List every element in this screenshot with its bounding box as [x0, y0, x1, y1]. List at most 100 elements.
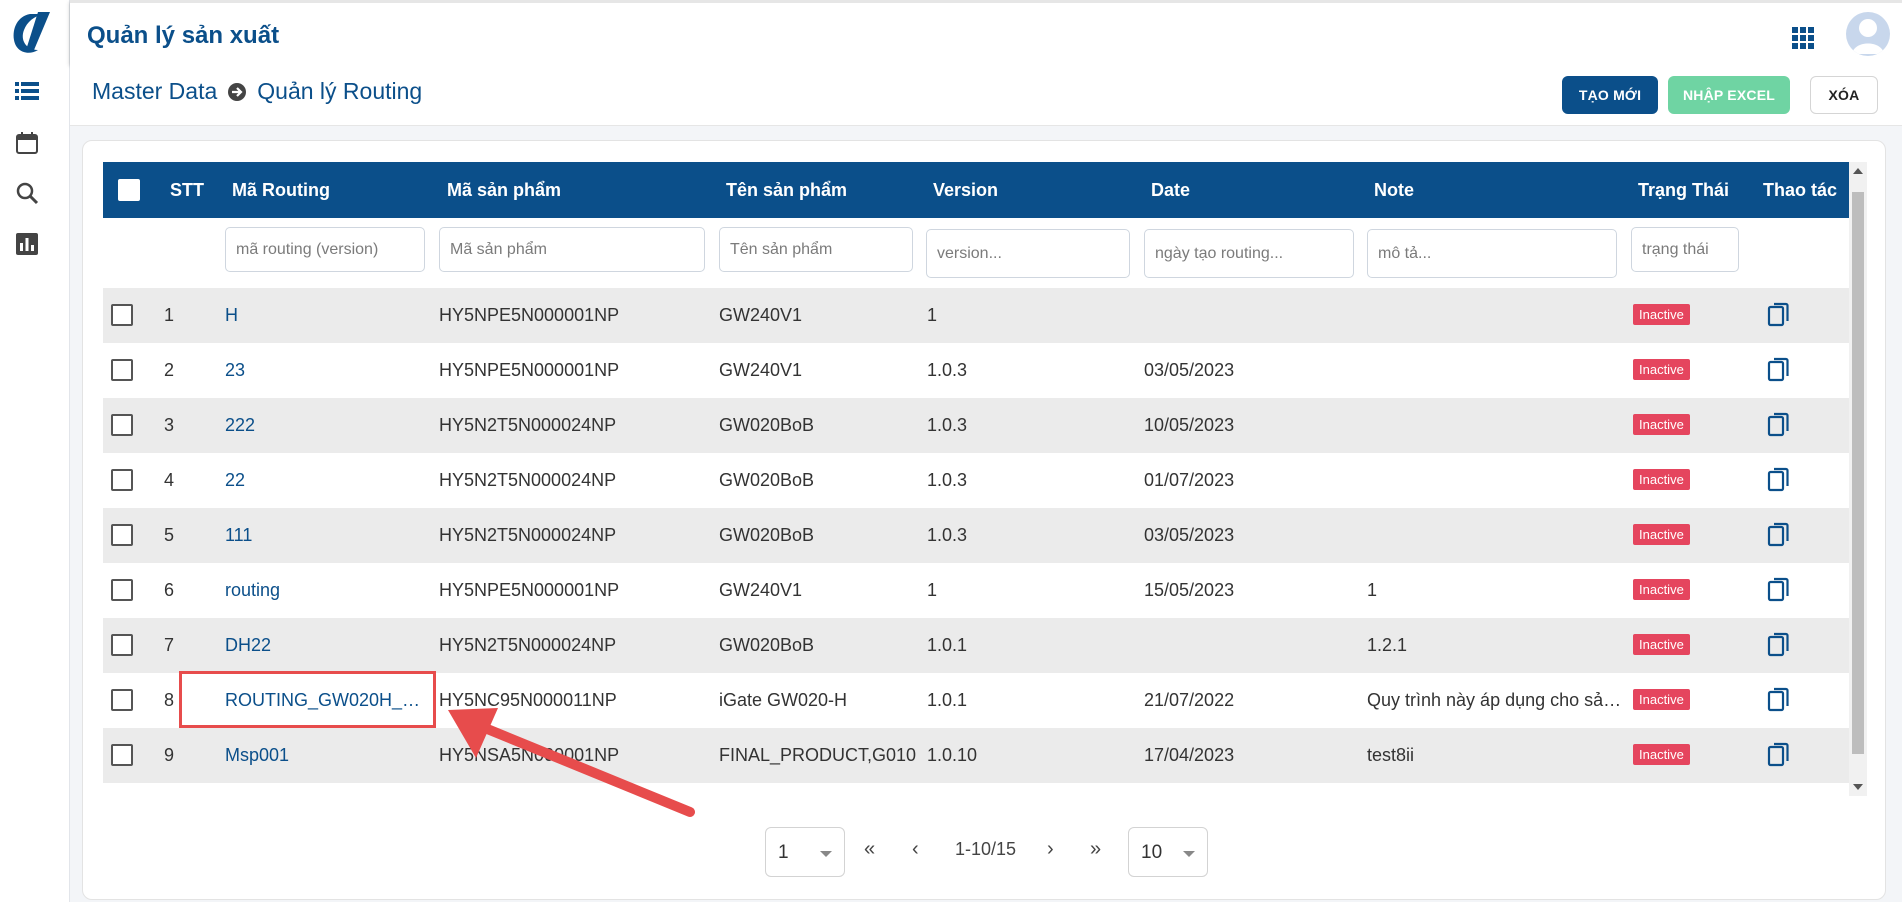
row-date: 17/04/2023	[1144, 745, 1235, 765]
app-title: Quản lý sản xuất	[87, 22, 280, 49]
breadcrumb-root[interactable]: Master Data	[92, 78, 217, 105]
table-row[interactable]: 5 111 HY5N2T5N000024NP GW020BoB 1.0.3 03/05/2…	[103, 508, 1849, 563]
copy-icon[interactable]	[1767, 412, 1791, 438]
filter-product-name-input[interactable]	[719, 227, 913, 272]
avatar[interactable]	[1846, 12, 1890, 56]
apps-grid-icon[interactable]	[1792, 27, 1814, 49]
copy-icon[interactable]	[1767, 522, 1791, 548]
search-icon[interactable]	[14, 180, 40, 206]
col-note[interactable]: Note	[1374, 180, 1414, 201]
row-stt: 9	[164, 745, 175, 765]
routing-code-link[interactable]: 222	[225, 415, 255, 436]
row-stt: 8	[164, 690, 175, 710]
col-product-code[interactable]: Mã sản phẩm	[447, 180, 561, 201]
row-note: 1.2.1	[1367, 635, 1408, 655]
calendar-icon[interactable]	[14, 130, 40, 156]
status-badge: Inactive	[1633, 579, 1690, 600]
filter-status-input[interactable]	[1631, 227, 1739, 272]
content-card: STT Mã Routing Mã sản phẩm Tên sản phẩm …	[82, 140, 1886, 900]
scrollbar-thumb[interactable]	[1852, 192, 1864, 754]
filter-note-input[interactable]	[1367, 229, 1617, 278]
row-checkbox[interactable]	[111, 579, 133, 601]
row-checkbox[interactable]	[111, 469, 133, 491]
last-page-icon[interactable]: »	[1090, 838, 1101, 861]
row-date: 03/05/2023	[1144, 360, 1235, 380]
top-bar: Quản lý sản xuất	[70, 0, 1902, 64]
next-page-icon[interactable]: ›	[1047, 838, 1054, 861]
table-row[interactable]: 4 22 HY5N2T5N000024NP GW020BoB 1.0.3 01/07/20…	[103, 453, 1849, 508]
routing-code-link[interactable]: Msp001	[225, 745, 289, 766]
filter-routing-code-input[interactable]	[225, 227, 425, 272]
status-badge: Inactive	[1633, 634, 1690, 655]
logo-icon[interactable]	[8, 10, 52, 58]
routing-code-link[interactable]: 23	[225, 360, 245, 381]
col-status[interactable]: Trạng Thái	[1638, 180, 1729, 201]
table-row[interactable]: 8 ROUTING_GW020H_3001 HY5NC95N000011NP iGat…	[103, 673, 1849, 728]
page-size-select[interactable]: 10	[1128, 827, 1208, 877]
copy-icon[interactable]	[1767, 302, 1791, 328]
table-row[interactable]: 7 DH22 HY5N2T5N000024NP GW020BoB 1.0.1 1.2.1 I…	[103, 618, 1849, 673]
col-stt[interactable]: STT	[170, 180, 204, 201]
copy-icon[interactable]	[1767, 577, 1791, 603]
copy-icon[interactable]	[1767, 357, 1791, 383]
delete-button[interactable]: XÓA	[1810, 76, 1878, 114]
routing-code-link[interactable]: 22	[225, 470, 245, 491]
col-version[interactable]: Version	[933, 180, 998, 201]
scroll-down-arrow[interactable]	[1853, 784, 1863, 790]
row-stt: 4	[164, 470, 175, 490]
row-product-name: GW240V1	[719, 305, 803, 325]
filter-version-input[interactable]	[926, 229, 1130, 278]
page-select[interactable]: 1	[765, 827, 845, 877]
row-checkbox[interactable]	[111, 689, 133, 711]
prev-page-icon[interactable]: ‹	[912, 838, 919, 861]
arrow-right-circle-icon	[228, 82, 247, 101]
select-all-checkbox[interactable]	[118, 179, 140, 201]
row-product-name: GW020BoB	[719, 635, 815, 655]
col-product-name[interactable]: Tên sản phẩm	[726, 180, 847, 201]
table-row[interactable]: 3 222 HY5N2T5N000024NP GW020BoB 1.0.3 10/05/2…	[103, 398, 1849, 453]
page-select-value: 1	[778, 842, 789, 863]
routing-code-link[interactable]: routing	[225, 580, 280, 601]
table-row[interactable]: 2 23 HY5NPE5N000001NP GW240V1 1.0.3 03/05/202…	[103, 343, 1849, 398]
routing-code-link[interactable]: H	[225, 305, 238, 326]
row-stt: 6	[164, 580, 175, 600]
routing-code-link[interactable]: ROUTING_GW020H_3001	[225, 690, 425, 711]
row-product-name: iGate GW020-H	[719, 690, 848, 710]
row-product-code: HY5NC95N000011NP	[439, 690, 617, 710]
col-routing-code[interactable]: Mã Routing	[232, 180, 330, 201]
list-icon[interactable]	[14, 78, 40, 104]
first-page-icon[interactable]: «	[864, 838, 875, 861]
table-row[interactable]: 1 H HY5NPE5N000001NP GW240V1 1 Inactive	[103, 288, 1849, 343]
row-checkbox[interactable]	[111, 304, 133, 326]
table-scrollbar[interactable]	[1849, 162, 1867, 796]
create-new-button[interactable]: TẠO MỚI	[1562, 76, 1658, 114]
copy-icon[interactable]	[1767, 687, 1791, 713]
scroll-up-arrow[interactable]	[1853, 168, 1863, 174]
col-date[interactable]: Date	[1151, 180, 1190, 201]
row-version: 1	[927, 580, 938, 600]
routing-code-link[interactable]: DH22	[225, 635, 271, 656]
row-product-name: GW240V1	[719, 580, 803, 600]
row-date: 01/07/2023	[1144, 470, 1235, 490]
filter-date-input[interactable]	[1144, 229, 1354, 278]
report-icon[interactable]	[14, 231, 40, 257]
copy-icon[interactable]	[1767, 467, 1791, 493]
row-checkbox[interactable]	[111, 744, 133, 766]
row-product-name: GW240V1	[719, 360, 803, 380]
row-product-code: HY5NPE5N000001NP	[439, 580, 620, 600]
status-badge: Inactive	[1633, 469, 1690, 490]
row-product-code: HY5N2T5N000024NP	[439, 525, 617, 545]
routing-code-link[interactable]: 111	[225, 525, 252, 546]
row-checkbox[interactable]	[111, 524, 133, 546]
table-row[interactable]: 6 routing HY5NPE5N000001NP GW240V1 1 15/05/20…	[103, 563, 1849, 618]
row-checkbox[interactable]	[111, 359, 133, 381]
row-checkbox[interactable]	[111, 414, 133, 436]
status-badge: Inactive	[1633, 304, 1690, 325]
table-row[interactable]: 9 Msp001 HY5NSA5N000001NP FINAL_PRODUCT,G01…	[103, 728, 1849, 783]
row-checkbox[interactable]	[111, 634, 133, 656]
import-excel-button[interactable]: NHẬP EXCEL	[1668, 76, 1790, 114]
filter-product-code-input[interactable]	[439, 227, 705, 272]
copy-icon[interactable]	[1767, 632, 1791, 658]
table-header: STT Mã Routing Mã sản phẩm Tên sản phẩm …	[103, 162, 1849, 218]
copy-icon[interactable]	[1767, 742, 1791, 768]
